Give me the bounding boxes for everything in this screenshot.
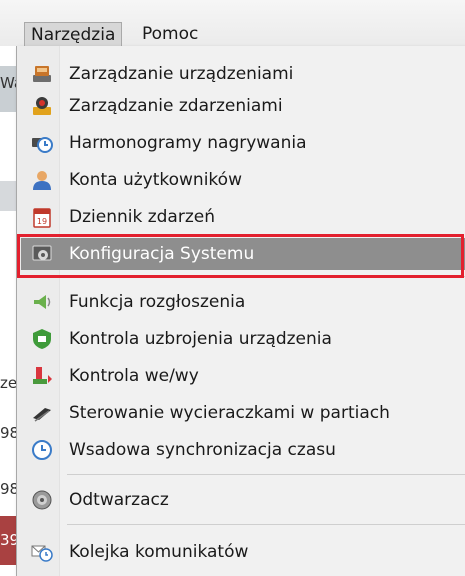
menu-item-label: Odtwarzacz bbox=[69, 490, 169, 510]
svg-text:19: 19 bbox=[37, 217, 47, 226]
event-log-icon: 19 bbox=[33, 208, 51, 228]
menu-item-label: Wsadowa synchronizacja czasu bbox=[69, 440, 336, 460]
menu-item-event-management[interactable]: Zarządzanie zdarzeniami bbox=[21, 90, 465, 122]
menu-item-message-queue[interactable]: Kolejka komunikatów bbox=[21, 536, 465, 568]
menu-item-recording-schedules[interactable]: Harmonogramy nagrywania bbox=[21, 127, 465, 159]
menu-item-user-accounts[interactable]: Konta użytkowników bbox=[21, 164, 465, 196]
menu-bar: Narzędzia Pomoc bbox=[0, 0, 465, 47]
menu-item-event-log[interactable]: 19 Dziennik zdarzeń bbox=[21, 201, 465, 233]
menu-pomoc[interactable]: Pomoc bbox=[136, 22, 204, 46]
time-sync-icon bbox=[32, 440, 52, 460]
broadcast-icon bbox=[34, 295, 51, 309]
menu-item-arming-control[interactable]: Kontrola uzbrojenia urządzenia bbox=[21, 323, 465, 355]
wiper-control-icon bbox=[33, 408, 51, 422]
menu-item-player[interactable]: Odtwarzacz bbox=[21, 484, 465, 516]
arming-control-icon bbox=[33, 329, 51, 349]
menu-item-label: Kolejka komunikatów bbox=[69, 542, 249, 562]
menu-item-label: Sterowanie wycieraczkami w partiach bbox=[69, 403, 390, 423]
recording-schedule-icon bbox=[32, 137, 53, 153]
message-queue-icon bbox=[31, 545, 53, 562]
menu-item-label: Funkcja rozgłoszenia bbox=[69, 292, 246, 312]
menu-item-label: Kontrola uzbrojenia urządzenia bbox=[69, 329, 332, 349]
menu-item-time-sync[interactable]: Wsadowa synchronizacja czasu bbox=[21, 434, 465, 466]
io-control-icon bbox=[33, 367, 52, 384]
menu-item-label: Dziennik zdarzeń bbox=[69, 207, 215, 227]
menu-item-broadcast[interactable]: Funkcja rozgłoszenia bbox=[21, 286, 465, 318]
menu-item-label: Konta użytkowników bbox=[69, 170, 242, 190]
menu-item-label: Harmonogramy nagrywania bbox=[69, 133, 307, 153]
menu-separator bbox=[67, 524, 465, 525]
menu-item-system-configuration[interactable]: Konfiguracja Systemu bbox=[21, 238, 465, 270]
menu-item-device-management[interactable]: Zarządzanie urządzeniami bbox=[21, 58, 465, 90]
user-accounts-icon bbox=[33, 171, 51, 190]
menu-narzedzia[interactable]: Narzędzia bbox=[24, 22, 123, 46]
menu-item-wiper-control[interactable]: Sterowanie wycieraczkami w partiach bbox=[21, 397, 465, 429]
menu-item-label: Kontrola we/wy bbox=[69, 366, 199, 386]
menu-item-label: Zarządzanie urządzeniami bbox=[69, 64, 294, 84]
menu-separator bbox=[67, 474, 465, 475]
menu-item-label: Zarządzanie zdarzeniami bbox=[69, 96, 283, 116]
menu-item-io-control[interactable]: Kontrola we/wy bbox=[21, 360, 465, 392]
device-manager-icon bbox=[33, 66, 51, 82]
tools-dropdown-menu: Zarządzanie urządzeniami Zarządzanie zda… bbox=[16, 46, 465, 576]
menu-item-label: Konfiguracja Systemu bbox=[69, 244, 255, 264]
player-icon bbox=[32, 490, 52, 510]
system-config-icon bbox=[32, 245, 52, 261]
menu-separator bbox=[67, 276, 465, 277]
event-manager-icon bbox=[33, 97, 51, 115]
